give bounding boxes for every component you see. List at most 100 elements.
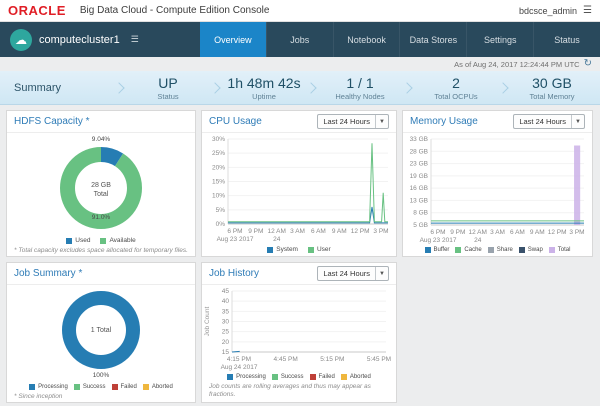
svg-text:6 AM: 6 AM — [510, 229, 525, 236]
svg-text:9 AM: 9 AM — [332, 228, 347, 235]
svg-text:45: 45 — [222, 288, 230, 295]
job-summary-legend: Processing Success Failed Aborted — [7, 382, 195, 393]
svg-text:9 PM: 9 PM — [450, 229, 465, 236]
tab-status[interactable]: Status — [533, 22, 600, 57]
hdfs-total-caption: Total — [93, 191, 109, 199]
summary-strip: Summary UP Status 1h 48m 42s Uptime 1 / … — [0, 71, 600, 105]
total-ocpus-label: Total OCPUs — [434, 91, 478, 101]
legend-item: Success — [271, 373, 304, 380]
cpu-usage-body: 30% 25% 20% 15% 10% 5% 0% 6 PM 9 PM 12 AM 3 AM 6 AM… — [202, 133, 396, 244]
cluster-icon: ☁ — [10, 28, 32, 51]
legend-item: Buffer — [424, 247, 449, 253]
memory-usage-title: Memory Usage — [410, 116, 478, 127]
legend-swatch-icon — [548, 247, 555, 253]
job-summary-title: Job Summary * — [14, 268, 83, 279]
total-ocpus-value: 2 — [452, 74, 460, 91]
refresh-icon[interactable]: ↻ — [584, 59, 592, 69]
memory-usage-card: Memory Usage Last 24 Hours ▼ 33 GB 28 GB 2… — [402, 110, 593, 257]
svg-text:9 AM: 9 AM — [530, 229, 545, 236]
svg-text:6 PM: 6 PM — [430, 229, 445, 236]
status-label: Status — [157, 91, 179, 101]
tab-notebook[interactable]: Notebook — [332, 22, 400, 57]
cpu-range-dropdown[interactable]: Last 24 Hours ▼ — [317, 114, 389, 129]
job-summary-donut: 1 Total 100% — [59, 288, 143, 382]
tab-bar: Overview Jobs Notebook Data Stores Setti… — [200, 22, 600, 57]
job-history-body: 45 40 35 30 25 20 15 4:15 PM 4:45 PM 5:15 PM 5:45 … — [202, 285, 396, 372]
hdfs-total-value: 28 GB — [91, 182, 111, 189]
chevron-down-icon: ▼ — [375, 267, 388, 280]
svg-text:12 PM: 12 PM — [548, 229, 567, 236]
svg-text:12 AM: 12 AM — [468, 229, 486, 236]
svg-text:5%: 5% — [216, 207, 226, 214]
uptime-label: Uptime — [252, 91, 276, 101]
svg-text:0%: 0% — [216, 221, 226, 228]
hdfs-capacity-card: HDFS Capacity * 9.04% 28 GB Total 91.0% … — [6, 110, 196, 257]
job-history-range-dropdown[interactable]: Last 24 Hours ▼ — [317, 266, 389, 281]
hdfs-donut-center-label: 28 GB Total — [51, 181, 151, 199]
svg-text:3 PM: 3 PM — [569, 229, 584, 236]
job-summary-header: Job Summary * — [7, 263, 195, 285]
svg-text:5 GB: 5 GB — [413, 222, 428, 229]
legend-item: Aborted — [142, 384, 173, 390]
memory-usage-body: 33 GB 28 GB 23 GB 19 GB 16 GB 13 GB 8 GB 5 GB 6 … — [403, 133, 592, 245]
job-summary-card: Job Summary * 1 Total 100% Processing Suc… — [6, 262, 196, 403]
cpu-range-value: Last 24 Hours — [323, 117, 371, 126]
svg-text:3 AM: 3 AM — [290, 228, 305, 235]
tab-overview[interactable]: Overview — [200, 22, 266, 57]
job-summary-body: 1 Total 100% — [7, 285, 195, 382]
svg-text:8 GB: 8 GB — [413, 210, 428, 217]
svg-text:4:45 PM: 4:45 PM — [274, 356, 298, 363]
svg-text:13 GB: 13 GB — [410, 197, 428, 204]
svg-text:6 AM: 6 AM — [311, 228, 326, 235]
legend-swatch-icon — [271, 373, 278, 380]
job-history-title: Job History — [209, 268, 260, 279]
cpu-usage-title: CPU Usage — [209, 116, 262, 127]
memory-legend: Buffer Cache Share Swap Total — [403, 245, 592, 256]
legend-item: Total — [548, 247, 570, 253]
svg-text:Aug 23 2017: Aug 23 2017 — [420, 237, 457, 244]
memory-range-value: Last 24 Hours — [519, 117, 567, 126]
job-history-legend: Processing Success Failed Aborted — [202, 372, 396, 383]
job-history-header: Job History Last 24 Hours ▼ — [202, 263, 396, 285]
svg-text:30: 30 — [222, 319, 230, 326]
legend-swatch-icon — [111, 384, 118, 390]
legend-swatch-icon — [73, 384, 80, 390]
legend-swatch-icon — [424, 247, 431, 253]
svg-text:33 GB: 33 GB — [410, 136, 428, 143]
tab-jobs[interactable]: Jobs — [265, 22, 333, 57]
memory-range-dropdown[interactable]: Last 24 Hours ▼ — [513, 114, 585, 129]
cpu-legend: System User — [202, 244, 396, 256]
svg-text:35: 35 — [222, 308, 230, 315]
legend-swatch-icon — [309, 373, 316, 380]
legend-item: Available — [100, 237, 136, 244]
svg-text:30%: 30% — [212, 136, 225, 143]
svg-text:Aug 24 2017: Aug 24 2017 — [221, 364, 258, 371]
tab-data-stores[interactable]: Data Stores — [399, 22, 466, 57]
tab-settings[interactable]: Settings — [466, 22, 533, 57]
svg-text:16 GB: 16 GB — [410, 185, 428, 192]
legend-swatch-icon — [227, 373, 234, 380]
job-summary-center-label: 1 Total — [59, 326, 143, 335]
svg-text:3 AM: 3 AM — [490, 229, 505, 236]
user-menu[interactable]: bdcsce_admin — [519, 6, 577, 16]
app-title: Big Data Cloud - Compute Edition Console — [79, 5, 270, 16]
job-history-footnote: Job counts are rolling averages and thus… — [209, 382, 371, 398]
cluster-menu-icon[interactable]: ☰ — [131, 34, 139, 45]
legend-swatch-icon — [29, 384, 36, 390]
svg-text:25: 25 — [222, 329, 230, 336]
memory-usage-chart: 33 GB 28 GB 23 GB 19 GB 16 GB 13 GB 8 GB 5 GB 6 … — [403, 133, 592, 245]
user-menu-icon[interactable]: ☰ — [583, 5, 592, 16]
job-summary-footnote: * Since inception — [14, 393, 63, 400]
cpu-usage-header: CPU Usage Last 24 Hours ▼ — [202, 111, 396, 133]
hdfs-capacity-donut: 9.04% 28 GB Total 91.0% — [51, 135, 151, 235]
summary-metric-uptime: 1h 48m 42s Uptime — [209, 75, 312, 101]
svg-text:20%: 20% — [212, 164, 225, 171]
legend-item: Swap — [518, 247, 543, 253]
summary-metric-status: UP Status — [113, 75, 216, 101]
svg-text:40: 40 — [222, 298, 230, 305]
legend-item: Processing — [29, 384, 68, 390]
svg-text:4:15 PM: 4:15 PM — [227, 356, 251, 363]
legend-swatch-icon — [142, 384, 149, 390]
job-total-value: 1 Total — [90, 327, 112, 334]
legend-swatch-icon — [340, 373, 347, 380]
